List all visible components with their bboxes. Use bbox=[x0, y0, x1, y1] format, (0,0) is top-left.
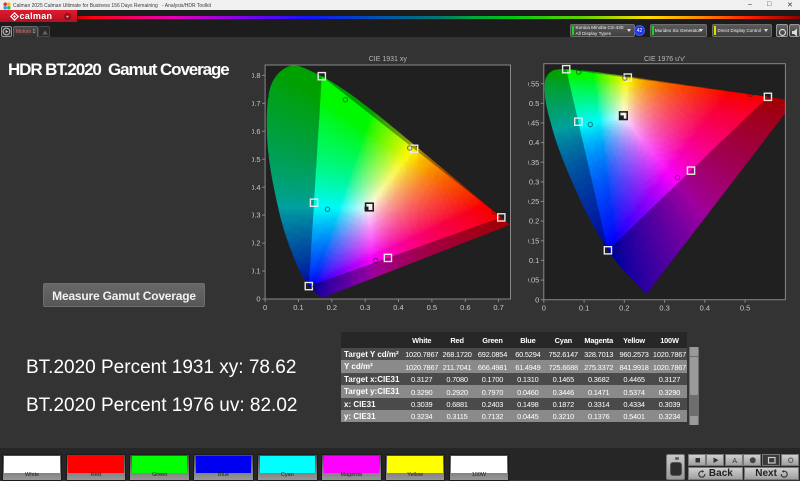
svg-text:0.2: 0.2 bbox=[327, 303, 337, 312]
svg-text:0.4: 0.4 bbox=[700, 304, 710, 313]
svg-text:0.5: 0.5 bbox=[252, 155, 261, 164]
svg-text:0.3: 0.3 bbox=[252, 211, 261, 220]
svg-text:0.1: 0.1 bbox=[252, 267, 261, 276]
svg-text:0.2: 0.2 bbox=[529, 217, 539, 226]
svg-text:0.6: 0.6 bbox=[252, 127, 261, 136]
svg-text:0.45: 0.45 bbox=[528, 119, 539, 128]
svg-text:CIE 1976 u'v': CIE 1976 u'v' bbox=[644, 56, 685, 63]
svg-text:0.3: 0.3 bbox=[360, 303, 370, 312]
svg-text:0.6: 0.6 bbox=[460, 303, 470, 312]
svg-text:A: A bbox=[732, 458, 737, 465]
svg-text:0: 0 bbox=[535, 295, 539, 304]
svg-text:0: 0 bbox=[256, 295, 260, 304]
svg-text:0.55: 0.55 bbox=[528, 79, 539, 88]
svg-text:0.1: 0.1 bbox=[579, 304, 589, 313]
svg-text:0.8: 0.8 bbox=[252, 71, 261, 80]
svg-text:0.3: 0.3 bbox=[659, 304, 669, 313]
svg-text:0.4: 0.4 bbox=[393, 303, 403, 312]
svg-text:0.1: 0.1 bbox=[529, 256, 539, 265]
svg-text:0.7: 0.7 bbox=[252, 99, 261, 108]
svg-text:0.15: 0.15 bbox=[528, 236, 539, 245]
svg-text:0.4: 0.4 bbox=[529, 138, 539, 147]
svg-text:0.3: 0.3 bbox=[529, 178, 539, 187]
svg-text:0.35: 0.35 bbox=[528, 158, 539, 167]
svg-text:0.05: 0.05 bbox=[528, 276, 539, 285]
svg-text:0: 0 bbox=[542, 304, 546, 313]
svg-text:0.7: 0.7 bbox=[493, 303, 503, 312]
svg-text:0.5: 0.5 bbox=[529, 99, 539, 108]
svg-text:0.1: 0.1 bbox=[293, 303, 303, 312]
svg-text:0.2: 0.2 bbox=[252, 239, 261, 248]
svg-text:0.2: 0.2 bbox=[619, 304, 629, 313]
svg-text:0.25: 0.25 bbox=[528, 197, 539, 206]
svg-text:0.5: 0.5 bbox=[740, 304, 750, 313]
svg-text:0.5: 0.5 bbox=[427, 303, 437, 312]
svg-text:0: 0 bbox=[263, 303, 267, 312]
svg-text:CIE 1931 xy: CIE 1931 xy bbox=[369, 56, 408, 63]
svg-text:0.4: 0.4 bbox=[252, 183, 261, 192]
